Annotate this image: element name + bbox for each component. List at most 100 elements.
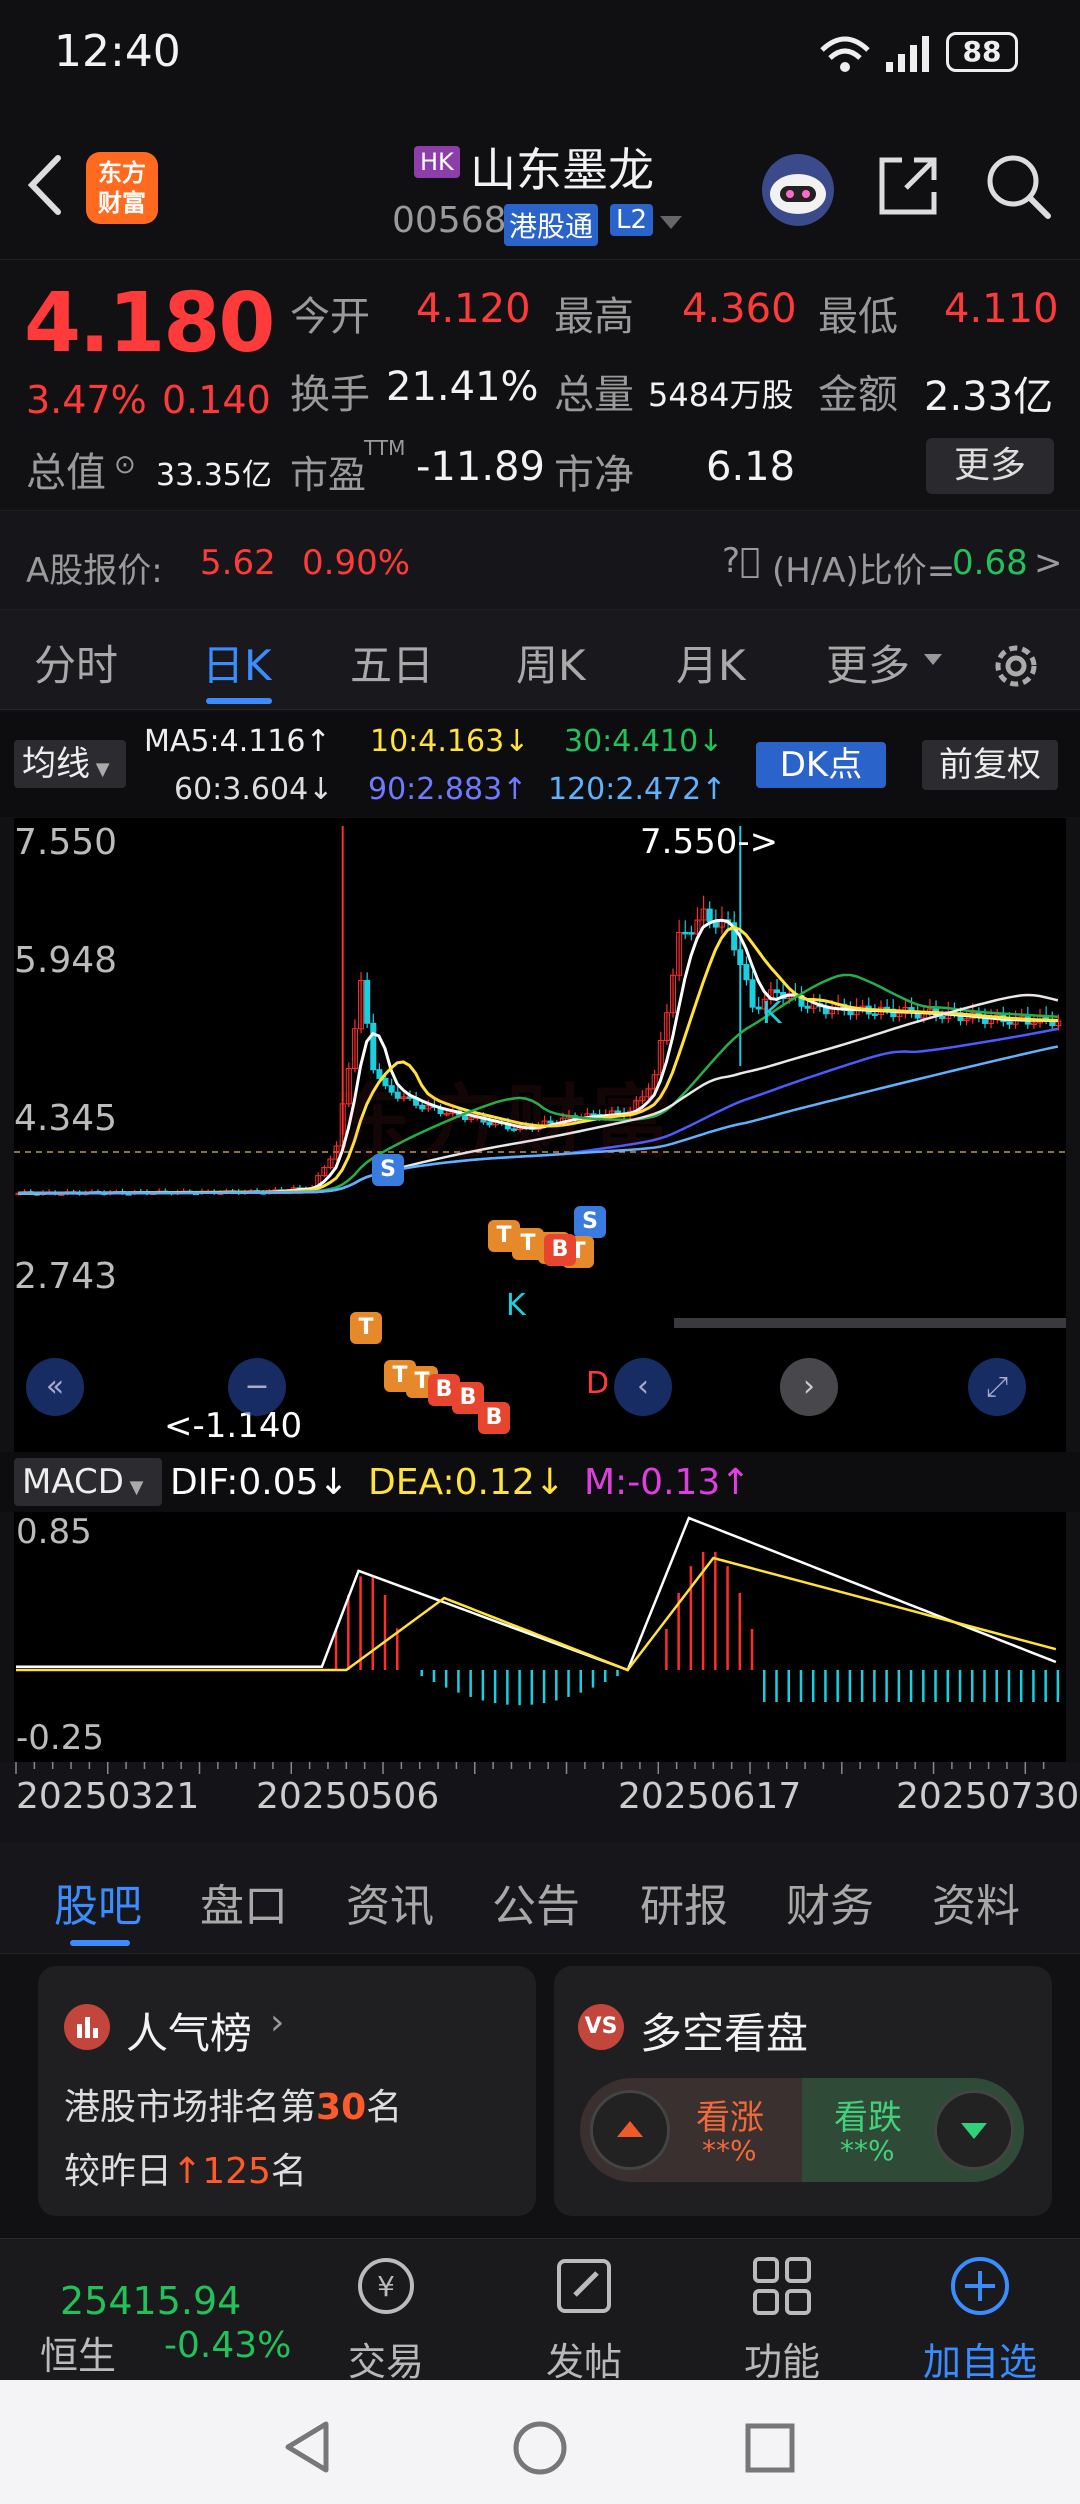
back-arrow-icon[interactable] xyxy=(24,154,64,216)
post-button[interactable]: 发帖 xyxy=(524,2253,644,2386)
date-label: 20250617 xyxy=(618,1776,802,1817)
more-dropdown-icon xyxy=(924,654,942,665)
amount-value: 2.33亿 xyxy=(924,374,1054,420)
open-label: 今开 xyxy=(290,294,370,340)
zoom-out-button[interactable]: − xyxy=(228,1358,286,1416)
candle-body xyxy=(939,1015,946,1019)
gear-icon[interactable] xyxy=(988,638,1044,694)
signal-b-marker[interactable]: B xyxy=(478,1402,510,1434)
candle-body xyxy=(871,1013,878,1016)
dif-line xyxy=(16,1516,1057,1672)
change-number: 125 xyxy=(202,2151,271,2192)
turnover-label: 换手 xyxy=(290,372,370,418)
share-icon[interactable] xyxy=(876,152,942,218)
battery-icon: 88 xyxy=(946,32,1018,72)
fullscreen-button[interactable]: ⤢ xyxy=(968,1358,1026,1416)
tab-more[interactable]: 更多 xyxy=(826,632,910,693)
stock-name[interactable]: 山东墨龙 xyxy=(470,134,654,200)
a-share-price: 5.62 xyxy=(200,543,276,583)
nav-back-icon[interactable] xyxy=(282,2420,332,2474)
date-axis: 20250321 20250506 20250617 20250730 xyxy=(0,1762,1080,1842)
help-circle-icon[interactable]: ?⃝ xyxy=(722,541,760,581)
index-name: 恒生 xyxy=(40,2334,117,2378)
amount-label: 金额 xyxy=(818,372,898,418)
bull-button[interactable] xyxy=(590,2090,670,2170)
candle-body xyxy=(755,1006,762,1010)
macd-bottom-label: -0.25 xyxy=(16,1718,104,1758)
dk-point-button[interactable]: DK点 xyxy=(756,742,886,788)
tab-profile[interactable]: 资料 xyxy=(932,1870,1020,1934)
tab-five-day[interactable]: 五日 xyxy=(350,632,434,693)
level-badge: L2 xyxy=(610,204,654,236)
d-marker: D xyxy=(586,1366,610,1401)
open-value: 4.120 xyxy=(416,286,531,332)
app-logo[interactable]: 东方 财富 xyxy=(86,152,158,224)
date-ticks xyxy=(15,1762,1045,1774)
k-marker: K xyxy=(506,1288,526,1323)
popularity-card[interactable]: 人气榜 › 港股市场排名第30名 较昨日↑125名 xyxy=(38,1966,536,2216)
dropdown-triangle-icon[interactable] xyxy=(660,216,682,230)
bull-label: 看涨 xyxy=(696,2098,764,2138)
candle-body xyxy=(688,932,695,935)
info-dots-icon[interactable]: ⊙ xyxy=(114,450,136,480)
nav-recents-icon[interactable] xyxy=(744,2422,796,2474)
stock-header: 东方 财富 HK 山东墨龙 00568 港股通 L2 xyxy=(0,110,1080,260)
signal-t-marker[interactable]: T xyxy=(350,1312,382,1344)
macd-svg xyxy=(16,1516,1060,1706)
pe-label: 市盈 xyxy=(290,453,367,497)
add-watchlist-button[interactable]: 加自选 xyxy=(920,2253,1040,2386)
tab-guba[interactable]: 股吧 xyxy=(54,1870,142,1934)
sentiment-card[interactable]: VS 多空看盘 看涨 **% 看跌 **% xyxy=(554,1966,1052,2216)
rank-line: 港股市场排名第30名 xyxy=(64,2078,402,2130)
tab-news[interactable]: 资讯 xyxy=(346,1870,434,1934)
quote-panel: 4.180 3.47% 0.140 今开 4.120 最高 4.360 最低 4… xyxy=(0,260,1080,500)
tab-finance[interactable]: 财务 xyxy=(786,1870,874,1934)
search-icon[interactable] xyxy=(984,152,1054,222)
adjust-mode-button[interactable]: 前复权 xyxy=(922,740,1058,790)
nav-home-icon[interactable] xyxy=(512,2420,568,2476)
date-label: 20250506 xyxy=(256,1776,440,1817)
signal-b-marker[interactable]: B xyxy=(544,1234,576,1266)
tab-pankou[interactable]: 盘口 xyxy=(200,1870,288,1934)
info-tabs: 股吧 盘口 资讯 公告 研报 财务 资料 xyxy=(0,1842,1080,1954)
signal-s-marker[interactable]: S xyxy=(372,1154,404,1186)
candle-body xyxy=(743,964,750,981)
pb-label: 市净 xyxy=(554,452,634,498)
kline-chart[interactable]: 东方财富 7.550 5.948 4.345 2.743 7.550-> <-1… xyxy=(14,818,1066,1452)
tab-intraday[interactable]: 分时 xyxy=(34,632,118,693)
tab-monthly-k[interactable]: 月K xyxy=(676,632,746,693)
tab-announcements[interactable]: 公告 xyxy=(492,1870,580,1934)
rank-change-line: 较昨日↑125名 xyxy=(64,2142,307,2194)
add-circle-icon xyxy=(951,2257,1009,2315)
stock-code: 00568 xyxy=(392,200,507,241)
candle-body xyxy=(749,979,756,1008)
tab-weekly-k[interactable]: 周K xyxy=(516,632,586,693)
bear-button[interactable] xyxy=(934,2090,1014,2170)
tab-daily-k[interactable]: 日K xyxy=(202,632,272,693)
index-ticker[interactable]: 25415.94 恒生 -0.43% xyxy=(0,2239,300,2381)
ha-value: 0.68 xyxy=(952,543,1028,583)
change-suffix: 名 xyxy=(270,2151,307,2192)
pe-value: -11.89 xyxy=(416,444,545,490)
ma-selector[interactable]: 均线 ▼ xyxy=(14,740,126,788)
macd-selector[interactable]: MACD ▼ xyxy=(14,1458,162,1506)
more-button[interactable]: 更多 xyxy=(926,438,1054,494)
change-amount: 0.140 xyxy=(162,378,271,422)
change-pct: 3.47% xyxy=(26,378,147,422)
a-share-row[interactable]: A股报价: 5.62 0.90% ?⃝ (H/A)比价= 0.68 > xyxy=(0,510,1080,610)
post-label: 发帖 xyxy=(545,2340,622,2384)
scroll-right-button[interactable]: › xyxy=(780,1358,838,1416)
robot-assistant-icon[interactable] xyxy=(758,150,838,230)
signal-s-marker[interactable]: S xyxy=(574,1206,606,1238)
scroll-left-button[interactable]: ‹ xyxy=(614,1358,672,1416)
rewind-button[interactable]: « xyxy=(26,1358,84,1416)
function-button[interactable]: 功能 xyxy=(722,2253,842,2386)
logo-text-2: 财富 xyxy=(98,189,146,217)
macd-chart[interactable]: 0.85 -0.25 xyxy=(14,1512,1066,1762)
macd-top-label: 0.85 xyxy=(16,1512,92,1552)
tab-research[interactable]: 研报 xyxy=(640,1870,728,1934)
yuan-icon: ¥ xyxy=(358,2258,414,2314)
trade-button[interactable]: ¥ 交易 xyxy=(326,2253,446,2386)
trade-label: 交易 xyxy=(347,2340,424,2384)
change-prefix: 较昨日 xyxy=(64,2151,173,2192)
